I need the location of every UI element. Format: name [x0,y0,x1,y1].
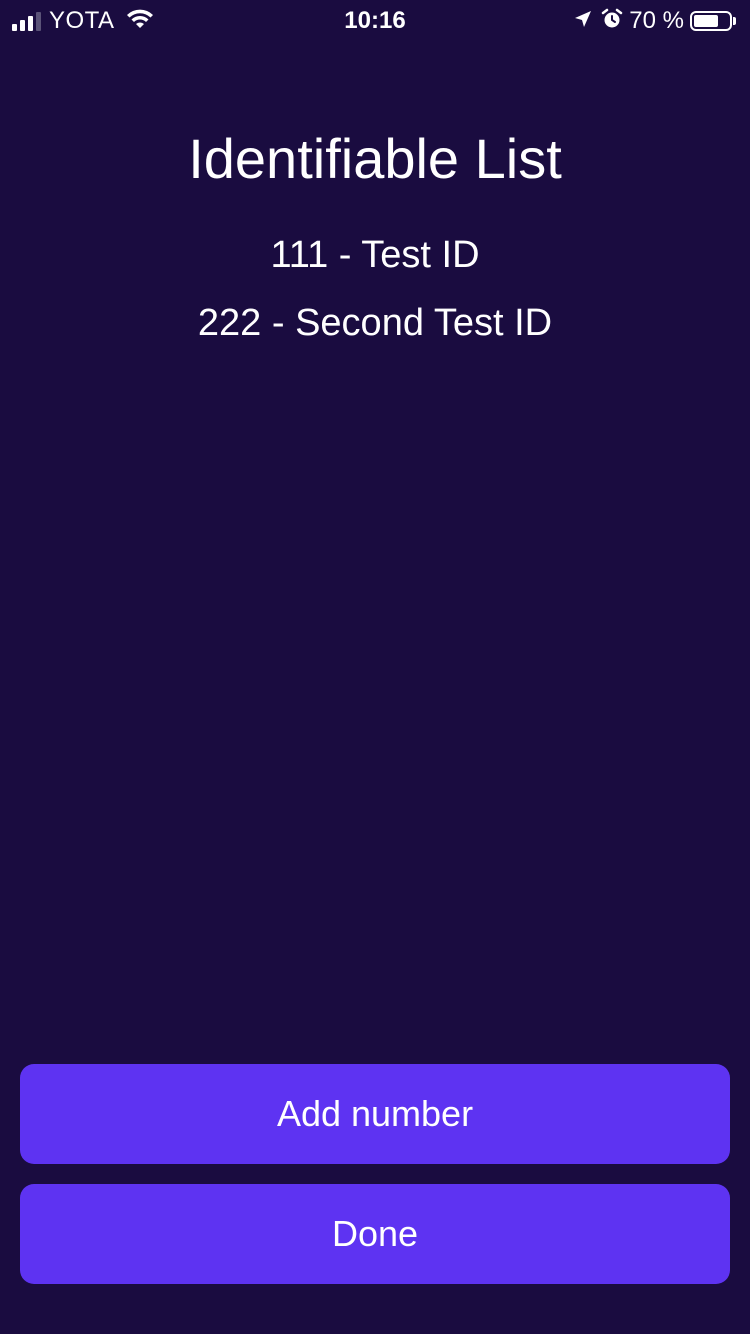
battery-icon [690,11,732,31]
battery-fill [694,15,718,27]
alarm-icon [601,8,623,35]
list-item: 111 - Test ID [270,234,480,276]
done-button[interactable]: Done [20,1184,730,1284]
battery-percent: 70 % [629,7,684,34]
battery-cap [733,17,736,25]
status-bar-right: 70 % [573,7,736,35]
list-item: 222 - Second Test ID [197,302,553,344]
status-bar: YOTA 10:16 70 % [0,0,750,40]
add-number-button[interactable]: Add number [20,1064,730,1164]
location-arrow-icon [573,9,593,34]
identifiable-list: 111 - Test ID 222 - Second Test ID [0,230,750,366]
page-title: Identifiable List [188,127,562,190]
